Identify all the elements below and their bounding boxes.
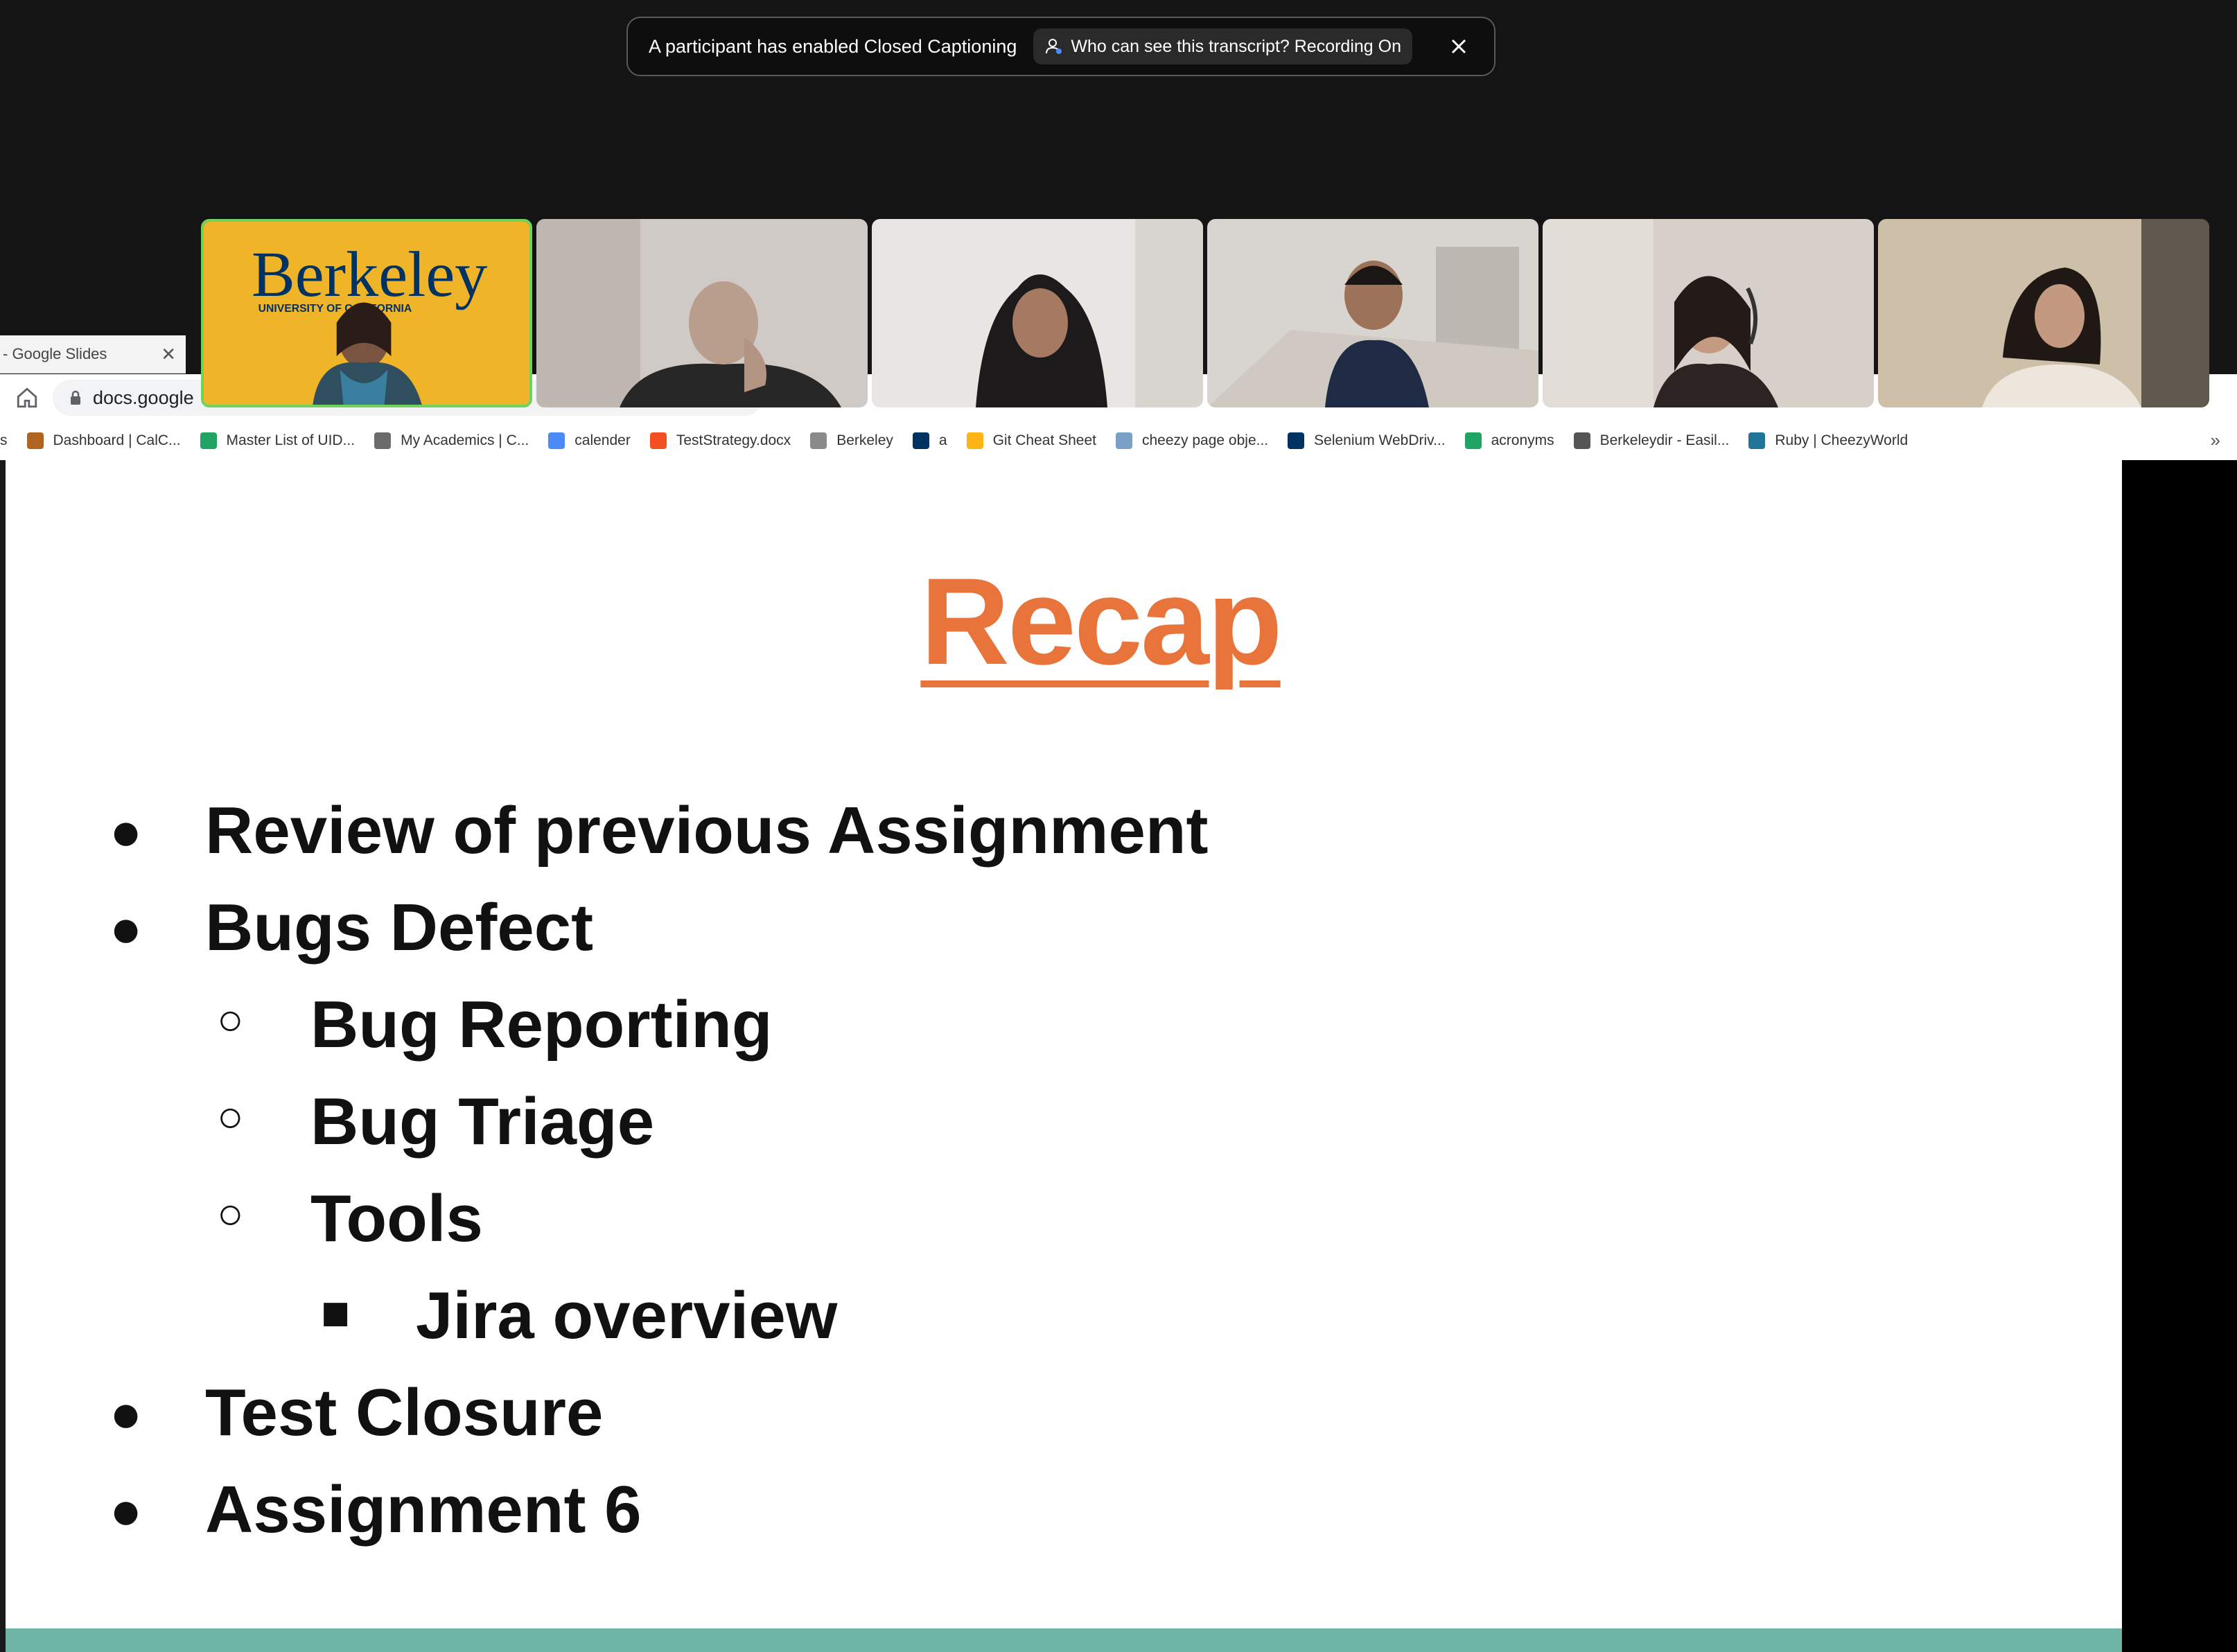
bookmark-item[interactable]: acronyms — [1464, 432, 1554, 449]
bookmark-item[interactable]: Dashboard | CalC... — [26, 432, 181, 449]
bookmark-item[interactable]: TestStrategy.docx — [649, 432, 791, 449]
slide-left-edge — [0, 460, 6, 1652]
slide-footer-bar — [6, 1628, 2122, 1652]
bookmark-favicon-icon — [810, 432, 827, 449]
bookmark-item[interactable]: My Academics | C... — [374, 432, 529, 449]
bookmark-label: Master List of UID... — [226, 432, 356, 448]
bookmark-favicon-icon — [1573, 432, 1590, 449]
bullet-marker-icon: ● — [109, 800, 143, 861]
bookmark-label: Git Cheat Sheet — [992, 432, 1096, 448]
video-strip: Berkeley UNIVERSITY OF CALIFORNIA — [201, 219, 2209, 407]
bookmark-label: cheezy page obje... — [1142, 432, 1269, 448]
slide-bullet-text: Assignment 6 — [205, 1473, 642, 1547]
bookmark-item[interactable]: Selenium WebDriv... — [1288, 432, 1446, 449]
berkeley-logo-sub: UNIVERSITY OF CALIFORNIA — [258, 303, 412, 315]
slide-title: Recap — [920, 552, 1282, 690]
bookmark-item[interactable]: calender — [548, 432, 631, 449]
bookmark-item[interactable]: s — [0, 432, 8, 449]
bookmark-label: acronyms — [1491, 432, 1554, 448]
transcript-pill-label: Who can see this transcript? Recording O… — [1071, 36, 1401, 56]
browser-tab-title: - Google Slides — [3, 345, 107, 362]
person-icon — [1046, 39, 1062, 54]
video-tile-1[interactable]: Berkeley UNIVERSITY OF CALIFORNIA — [201, 219, 532, 407]
bookmark-favicon-icon — [26, 432, 44, 449]
bullet-marker-icon: ● — [109, 1382, 143, 1443]
slide-bullet-text: Jira overview — [416, 1278, 838, 1353]
bookmark-label: Berkeley — [836, 432, 893, 448]
bookmark-favicon-icon — [1116, 432, 1132, 449]
lock-icon — [71, 390, 80, 405]
close-icon[interactable] — [1441, 29, 1476, 64]
transcript-visibility-button[interactable]: Who can see this transcript? Recording O… — [1033, 28, 1412, 64]
bookmark-label: Dashboard | CalC... — [53, 432, 181, 448]
bookmark-label: TestStrategy.docx — [676, 432, 791, 448]
bullet-marker-icon: ● — [109, 1479, 143, 1540]
cc-banner-message: A participant has enabled Closed Caption… — [649, 35, 1017, 57]
bullet-marker-icon: ○ — [217, 994, 244, 1044]
bookmarks-more-chevron-icon[interactable]: » — [2211, 430, 2220, 451]
slide-bullet-text: Bugs Defect — [205, 890, 594, 965]
bookmark-favicon-icon — [966, 432, 983, 449]
bookmark-favicon-icon — [374, 432, 392, 449]
video-tile-4[interactable] — [1207, 219, 1538, 407]
home-icon[interactable] — [15, 386, 39, 410]
tab-close-icon[interactable]: ✕ — [161, 344, 176, 365]
bookmark-favicon-icon — [1288, 432, 1305, 449]
slide-side-margin — [2122, 460, 2237, 1652]
bookmark-label: s — [0, 432, 8, 448]
bullet-marker-icon: ○ — [217, 1091, 244, 1141]
video-tile-2[interactable] — [536, 219, 868, 407]
bookmark-favicon-icon — [912, 432, 929, 449]
bookmark-favicon-icon — [548, 432, 565, 449]
slide-bullet-text: Review of previous Assignment — [205, 793, 1209, 868]
video-tile-6[interactable] — [1878, 219, 2209, 407]
slide-bullet-text: Bug Reporting — [310, 987, 773, 1062]
bookmark-label: My Academics | C... — [401, 432, 529, 448]
bookmark-favicon-icon — [649, 432, 667, 449]
url-text: docs.google — [93, 387, 194, 408]
bookmark-label: Selenium WebDriv... — [1314, 432, 1446, 448]
bookmark-item[interactable]: Git Cheat Sheet — [966, 432, 1096, 449]
bookmark-label: calender — [574, 432, 631, 448]
bookmark-label: a — [938, 432, 947, 448]
slide-bullet-text: Bug Triage — [310, 1084, 655, 1159]
bookmark-item[interactable]: cheezy page obje... — [1116, 432, 1268, 449]
bookmarks-bar: s Dashboard | CalC... Master List of UID..… — [0, 421, 2237, 461]
bookmark-label: Berkeleydir - Easil... — [1599, 432, 1730, 448]
presentation-slide: Recap ● Review of previous Assignment ● Bug… — [6, 460, 2122, 1652]
bullet-marker-icon: ○ — [217, 1188, 244, 1238]
bookmark-item[interactable]: Ruby | CheezyWorld — [1748, 432, 1908, 449]
berkeley-logo-word: Berkeley — [252, 238, 488, 310]
video-tile-3[interactable] — [872, 219, 1203, 407]
bookmark-item[interactable]: a — [912, 432, 947, 449]
bookmark-label: Ruby | CheezyWorld — [1775, 432, 1909, 448]
bullet-marker-icon: ■ — [321, 1285, 351, 1339]
bookmark-favicon-icon — [200, 432, 217, 449]
video-tile-5[interactable] — [1543, 219, 1874, 407]
bullet-marker-icon: ● — [109, 897, 143, 958]
slide-bullet-text: Test Closure — [205, 1376, 604, 1450]
bookmark-item[interactable]: Berkeleydir - Easil... — [1573, 432, 1730, 449]
bookmark-item[interactable]: Berkeley — [810, 432, 893, 449]
bookmark-item[interactable]: Master List of UID... — [200, 432, 356, 449]
bookmark-favicon-icon — [1464, 432, 1482, 449]
browser-tab[interactable]: - Google Slides ✕ — [0, 335, 186, 374]
cc-notification-banner: A participant has enabled Closed Caption… — [626, 17, 1495, 76]
slide-bullet-text: Tools — [310, 1181, 483, 1256]
bookmark-favicon-icon — [1748, 432, 1766, 449]
